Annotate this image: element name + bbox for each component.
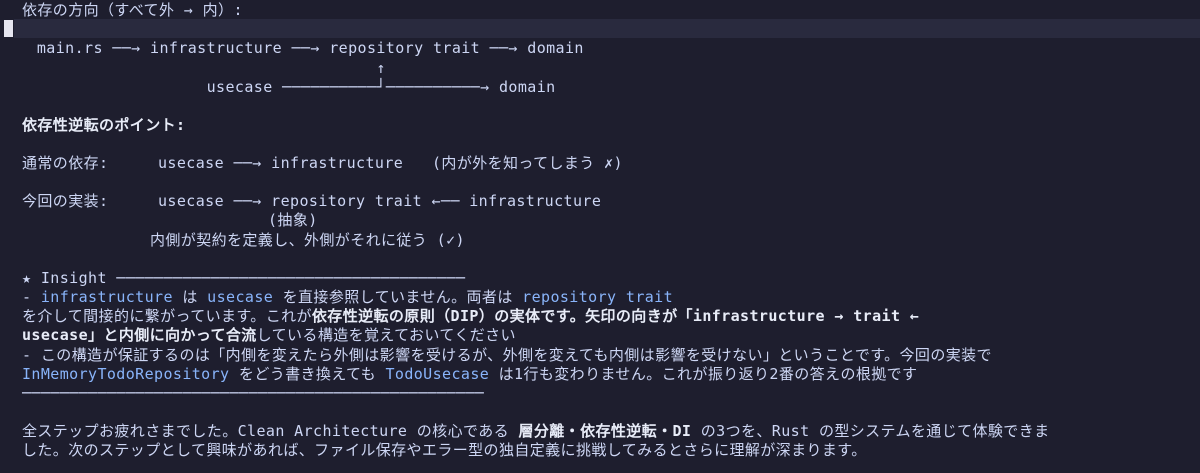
inline-code: InMemoryTodoRepository <box>22 365 230 383</box>
closing-line-1: 全ステップお疲れさまでした。Clean Architecture の核心である … <box>22 422 1050 441</box>
closing-text: の3つを、Rust の型システムを通じて体験できま <box>691 422 1050 440</box>
insight-header: ★ Insight ──────────────────────────────… <box>22 269 466 287</box>
normal-dependency-label: 通常の依存: <box>22 154 109 172</box>
normal-dependency-flow: usecase ──→ infrastructure <box>158 154 404 172</box>
terminal-window[interactable]: 依存の方向（すべて外 → 内）: main.rs ──→ infrastruct… <box>0 0 1200 473</box>
inner-contract-note: 内側が契約を定義し、外側がそれに従う (✓) <box>150 231 465 249</box>
insight-text: は1行も変わりません。これが振り返り2番の答えの根拠です <box>489 365 918 383</box>
dependency-direction-heading: 依存の方向（すべて外 → 内）: <box>22 1 243 19</box>
current-impl-label: 今回の実装: <box>22 192 109 210</box>
insight-text: - <box>22 288 41 306</box>
inline-code: usecase <box>207 288 274 306</box>
insight-footer: ────────────────────────────────────────… <box>22 384 485 402</box>
insight-text: している構造を覚えておいてください <box>256 326 516 344</box>
insight-bold-text: usecase」と内側に向かって合流 <box>22 326 257 344</box>
insight-line-2: を介して間接的に繋がっています。これが依存性逆転の原則（DIP）の実体です。矢印… <box>22 307 919 326</box>
insight-text: をどう書き換えても <box>229 365 386 383</box>
normal-dependency-note: (内が外を知ってしまう ✗) <box>432 154 623 172</box>
diagram-line-1: main.rs ──→ infrastructure ──→ repositor… <box>18 39 584 57</box>
insight-line-3: usecase」と内側に向かって合流している構造を覚えておいてください <box>22 326 516 345</box>
inline-code: infrastructure <box>40 288 173 306</box>
insight-line-1: - infrastructure は usecase を直接参照していません。両… <box>22 288 673 307</box>
insight-bold-text: 依存性逆転の原則（DIP）の実体です。矢印の向きが「infrastructure… <box>311 307 920 325</box>
insight-line-5: InMemoryTodoRepository をどう書き換えても TodoUse… <box>22 365 917 384</box>
inline-code: TodoUsecase <box>385 365 490 383</box>
current-line-highlight <box>14 19 1200 38</box>
insight-text: を介して間接的に繋がっています。これが <box>22 307 312 325</box>
inline-code: repository trait <box>522 288 674 306</box>
dip-heading: 依存性逆転のポイント: <box>22 116 186 134</box>
closing-text: 全ステップお疲れさまでした。Clean Architecture の核心である <box>22 422 519 440</box>
current-impl-flow: usecase ──→ repository trait ←── infrast… <box>158 192 602 210</box>
abstract-label: (抽象) <box>268 211 318 229</box>
diagram-line-3: usecase ──────────┘──────────→ domain <box>18 78 556 96</box>
insight-line-4: - この構造が保証するのは「内側を変えたら外側は影響を受けるが、外側を変えても内… <box>22 346 992 364</box>
closing-line-2: した。次のステップとして興味があれば、ファイル保存やエラー型の独自定義に挑戦して… <box>22 441 867 459</box>
diagram-line-2: ↑ <box>18 59 386 77</box>
insight-text: は <box>172 288 208 306</box>
text-cursor <box>4 20 13 37</box>
closing-bold-text: 層分離・依存性逆転・DI <box>518 422 692 440</box>
insight-text: を直接参照していません。両者は <box>273 288 523 306</box>
